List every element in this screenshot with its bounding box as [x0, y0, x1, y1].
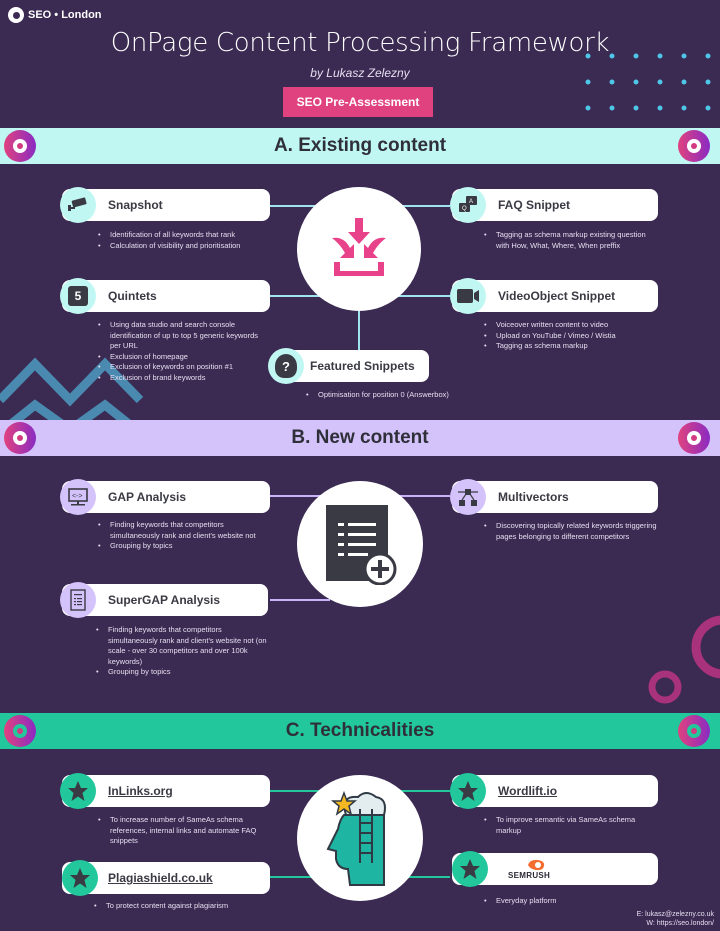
section-a-header: A. Existing content [0, 128, 720, 164]
brand-logo: SEO • London [8, 7, 102, 23]
videoobject-snippet-bullets: Voiceover written content to video Uploa… [482, 320, 652, 352]
target-icon [678, 422, 710, 454]
hub-download-arrows [297, 187, 421, 311]
section-c-title: C. Technicalities [285, 720, 435, 741]
footer-contact: E: lukasz@zelezny.co.uk W: https://seo.l… [637, 910, 714, 928]
star-icon [60, 773, 96, 809]
footer-web-link[interactable]: https://seo.london/ [657, 920, 714, 927]
multivectors-bullets: Discovering topically related keywords t… [482, 521, 657, 542]
star-icon [450, 773, 486, 809]
gap-analysis-bullets: Finding keywords that competitors simult… [96, 520, 271, 552]
document-list-icon [60, 582, 96, 618]
target-icon [4, 715, 36, 747]
supergap-analysis-bullets: Finding keywords that competitors simult… [94, 625, 269, 678]
inlinks-title: InLinks.org [108, 784, 173, 798]
snapshot-title: Snapshot [108, 198, 163, 212]
target-icon [678, 130, 710, 162]
faq-snippet-bullets: Tagging as schema markup existing questi… [482, 230, 652, 251]
footer-email[interactable]: E: lukasz@zelezny.co.uk [637, 910, 714, 919]
semrush-flame-icon [528, 859, 545, 870]
star-icon [62, 860, 98, 896]
quintets-bullets: Using data studio and search console ide… [96, 320, 266, 383]
target-icon [4, 422, 36, 454]
section-a-title: A. Existing content [273, 135, 447, 156]
supergap-analysis-title: SuperGAP Analysis [108, 593, 221, 607]
quintets-title: Quintets [108, 289, 157, 303]
svg-text:Q: Q [462, 206, 467, 212]
svg-text:<->: <-> [72, 493, 83, 500]
vector-nodes-icon [450, 479, 486, 515]
video-camera-icon [450, 278, 486, 314]
target-icon [678, 715, 710, 747]
wordlift-bullets: To improve semantic via SameAs schema ma… [482, 815, 652, 836]
connector-line [270, 599, 330, 601]
monitor-compare-icon: <-> [60, 479, 96, 515]
decorative-dots [585, 53, 711, 111]
section-b-header: B. New content [0, 420, 720, 456]
featured-snippets-bullets: Optimisation for position 0 (Answerbox) [304, 390, 484, 401]
wordlift-title: Wordlift.io [498, 784, 558, 798]
semrush-bullets: Everyday platform [482, 896, 652, 907]
logo-text: SEO • London [28, 9, 102, 21]
cctv-camera-icon [60, 187, 96, 223]
gap-analysis-title: GAP Analysis [108, 490, 187, 504]
number-5-icon: 5 [60, 278, 96, 314]
hub-document-add [297, 481, 423, 607]
snapshot-bullets: Identification of all keywords that rank… [96, 230, 276, 251]
star-icon [452, 851, 488, 887]
semrush-title: SEMRUSH [508, 870, 551, 880]
videoobject-snippet-title: VideoObject Snippet [498, 289, 616, 303]
faq-snippet-title: FAQ Snippet [498, 198, 570, 212]
document-add-icon [326, 505, 397, 585]
target-icon [4, 130, 36, 162]
plagiashield-bullets: To protect content against plagiarism [92, 901, 272, 912]
qa-chat-icon: AQ [450, 187, 486, 223]
svg-text:A: A [469, 199, 473, 205]
section-b-title: B. New content [291, 427, 429, 448]
logo-ring-icon [8, 7, 24, 23]
inlinks-bullets: To increase number of SameAs schema refe… [96, 815, 266, 847]
seo-pre-assessment-button[interactable]: SEO Pre-Assessment [283, 87, 433, 117]
footer-web-label: W: [646, 920, 657, 927]
multivectors-title: Multivectors [498, 490, 569, 504]
plagiashield-title: Plagiashield.co.uk [108, 871, 213, 885]
decorative-rings [648, 615, 720, 704]
hub-head-ladder [297, 775, 423, 901]
featured-snippets-title: Featured Snippets [310, 359, 415, 373]
head-ladder-star-icon [326, 790, 386, 886]
section-c-header: C. Technicalities [0, 713, 720, 749]
download-arrows-icon [332, 218, 386, 276]
question-head-icon: ? [268, 348, 304, 384]
